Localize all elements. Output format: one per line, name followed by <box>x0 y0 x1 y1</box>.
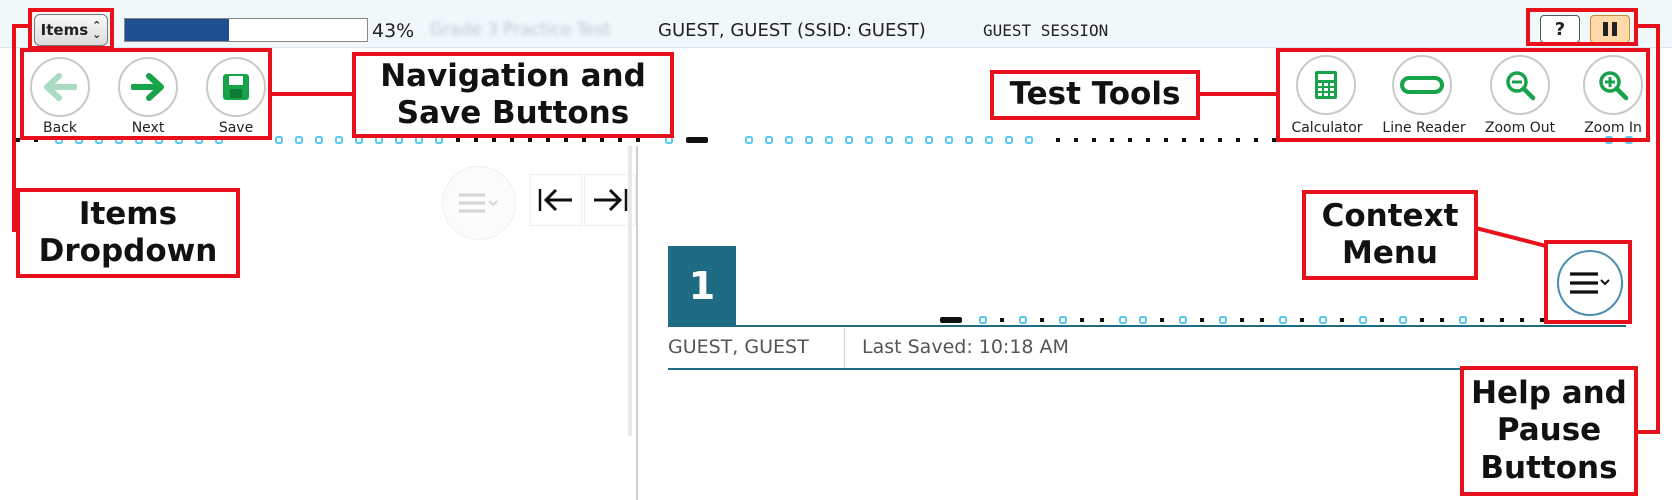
progress-fill <box>125 19 230 41</box>
callout-context-menu: Context Menu <box>1302 190 1478 280</box>
help-pause-highlight <box>1526 8 1638 46</box>
item-part-dots <box>940 316 1544 324</box>
test-tools-highlight <box>1276 48 1650 142</box>
pane-divider[interactable] <box>636 146 638 500</box>
passage-context-menu[interactable] <box>442 166 516 240</box>
item-meta-separator <box>844 328 845 370</box>
left-pane-scrollbar[interactable] <box>628 146 632 436</box>
arrow-left-to-line-icon <box>538 188 572 212</box>
item-student-name: GUEST, GUEST <box>668 336 809 358</box>
collapse-left-button[interactable] <box>530 174 582 226</box>
nav-buttons-highlight <box>20 48 272 140</box>
student-info: GUEST, GUEST (SSID: GUEST) <box>658 20 926 41</box>
menu-icon <box>459 193 498 213</box>
session-id: GUEST SESSION <box>983 21 1109 40</box>
progress-bar <box>124 18 368 42</box>
last-saved-time: Last Saved: 10:18 AM <box>862 336 1069 358</box>
progress-percent: 43% <box>372 20 415 42</box>
items-dropdown-highlight <box>28 8 114 50</box>
callout-help-pause: Help and Pause Buttons <box>1460 366 1638 496</box>
context-menu-highlight <box>1544 240 1632 324</box>
callout-items-dropdown: Items Dropdown <box>16 188 240 278</box>
item-number: 1 <box>668 246 736 326</box>
test-name: Grade 3 Practice Test <box>430 20 611 40</box>
item-header-line <box>668 325 1626 327</box>
callout-test-tools: Test Tools <box>990 70 1200 120</box>
callout-navigation-save: Navigation and Save Buttons <box>352 52 674 138</box>
arrow-right-to-line-icon <box>594 188 628 212</box>
